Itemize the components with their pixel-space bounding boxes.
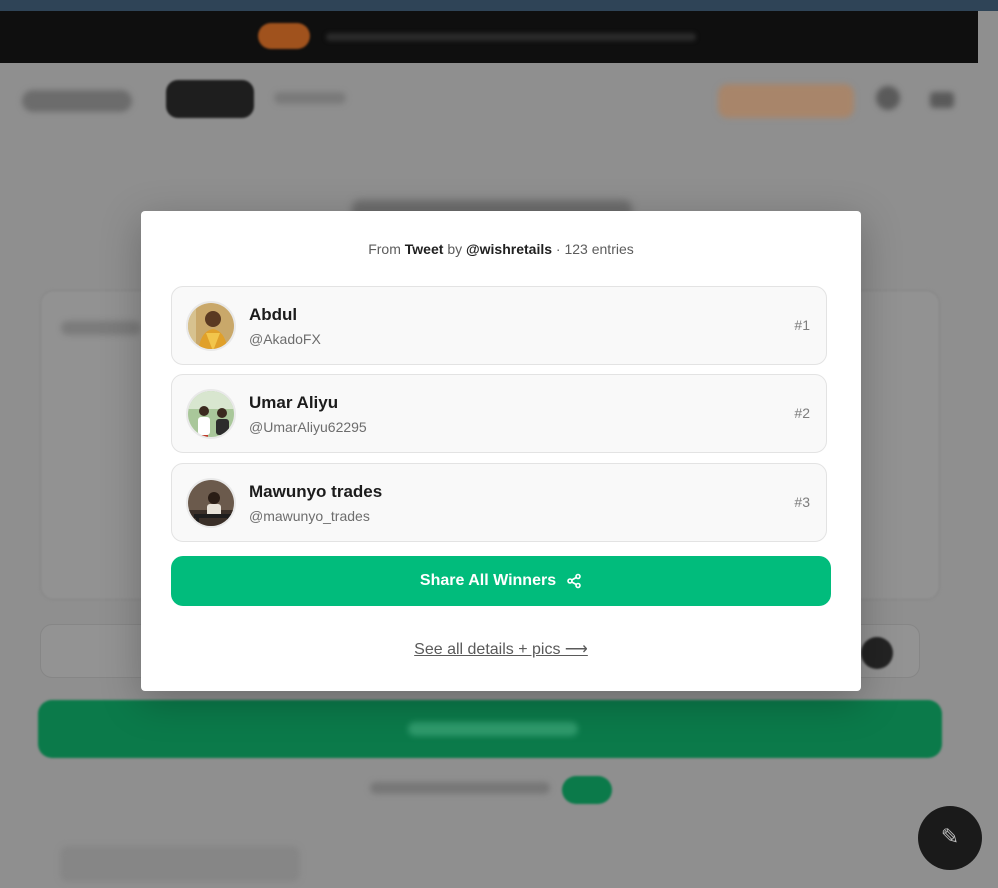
details-link-row: See all details + pics ⟶	[141, 639, 861, 659]
share-button-label: Share All Winners	[419, 572, 557, 589]
site-logo	[22, 90, 132, 112]
winner-handle: @UmarAliyu62295	[249, 419, 367, 435]
avatar	[186, 478, 236, 528]
share-all-winners-button[interactable]: Share All Winners	[171, 556, 831, 606]
winner-name: Abdul	[249, 305, 298, 324]
header-menu-icon	[930, 92, 954, 108]
header-search-icon	[876, 86, 900, 110]
announcement-badge	[258, 23, 310, 49]
background-input-button	[861, 637, 893, 669]
nav-tab-active	[166, 80, 254, 118]
background-primary-button	[38, 700, 942, 758]
winner-handle: @AkadoFX	[249, 331, 321, 347]
winner-card-3: Mawunyo trades @mawunyo_trades #3	[171, 463, 827, 542]
source-handle: @wishretails	[466, 241, 553, 257]
source-line: From Tweet by @wishretails · 123 entries	[141, 241, 861, 257]
background-primary-button-label	[408, 722, 578, 736]
winner-card-2: Umar Aliyu @UmarAliyu62295 #2	[171, 374, 827, 453]
announcement-bar	[0, 11, 978, 63]
winner-name: Umar Aliyu	[249, 393, 339, 412]
nav-tab	[274, 92, 346, 104]
entries-count: 123 entries	[564, 241, 634, 257]
source-separator: ·	[555, 241, 561, 257]
background-note	[370, 782, 550, 794]
source-by: by	[447, 241, 463, 257]
pencil-icon: ✎	[940, 824, 960, 849]
share-icon	[566, 573, 582, 589]
winner-rank: #2	[794, 405, 810, 421]
background-footer	[60, 846, 300, 882]
winner-rank: #3	[794, 494, 810, 510]
winner-name: Mawunyo trades	[249, 482, 383, 501]
winner-handle: @mawunyo_trades	[249, 508, 370, 524]
source-prefix: From	[368, 241, 401, 257]
see-all-details-link[interactable]: See all details + pics ⟶	[414, 641, 588, 658]
window-top-strip	[0, 0, 998, 11]
avatar	[186, 389, 236, 439]
source-platform: Tweet	[404, 241, 444, 257]
floating-edit-button[interactable]: ✎	[918, 806, 982, 870]
winner-card-1: Abdul @AkadoFX #1	[171, 286, 827, 365]
winners-modal: From Tweet by @wishretails · 123 entries…	[141, 211, 861, 691]
background-card-label	[61, 321, 141, 335]
avatar	[186, 301, 236, 351]
site-header	[0, 64, 978, 134]
header-cta-button	[718, 84, 854, 118]
background-note-badge	[562, 776, 612, 804]
winner-rank: #1	[794, 317, 810, 333]
announcement-text	[326, 33, 696, 41]
